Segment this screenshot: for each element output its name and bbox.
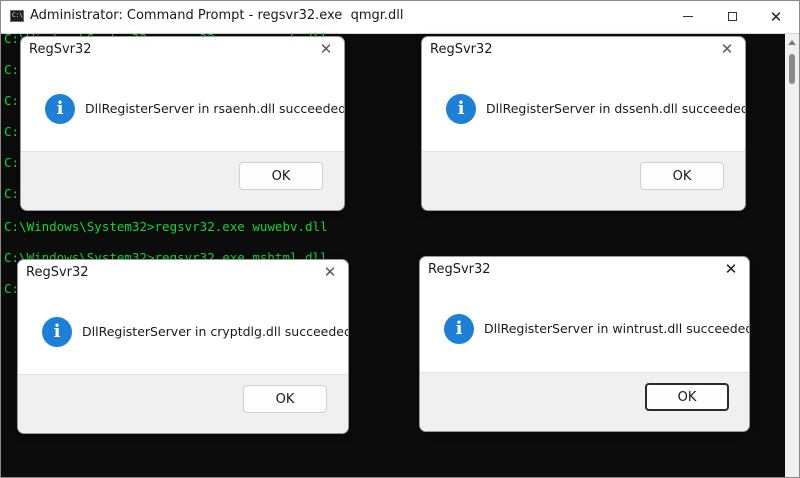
dialog-message: DllRegisterServer in cryptdlg.dll succee…	[82, 324, 349, 339]
maximize-button[interactable]	[709, 1, 755, 33]
regsvr32-dialog: RegSvr32 ✕ i DllRegisterServer in cryptd…	[17, 259, 349, 434]
ok-button[interactable]: OK	[645, 383, 729, 411]
close-icon[interactable]: ✕	[721, 260, 741, 278]
dialog-message: DllRegisterServer in rsaenh.dll succeede…	[85, 101, 345, 116]
command-prompt-icon: C:\	[10, 10, 24, 22]
close-window-button[interactable]: ✕	[753, 1, 799, 33]
dialog-footer: OK	[21, 151, 344, 210]
dialog-title-bar[interactable]: RegSvr32 ✕	[420, 257, 749, 283]
console-line: C:\Windows\System32>regsvr32.exe wuwebv.…	[4, 219, 328, 234]
dialog-footer: OK	[422, 151, 745, 210]
dialog-body: i DllRegisterServer in wintrust.dll succ…	[420, 283, 749, 374]
dialog-title: RegSvr32	[29, 42, 92, 57]
close-icon[interactable]: ✕	[316, 40, 336, 58]
regsvr32-dialog-active: RegSvr32 ✕ i DllRegisterServer in wintru…	[419, 256, 750, 432]
ok-button[interactable]: OK	[640, 162, 724, 190]
scroll-up-arrow-icon[interactable]	[788, 40, 796, 45]
close-icon[interactable]: ✕	[717, 40, 737, 58]
close-icon[interactable]: ✕	[320, 263, 340, 281]
dialog-body: i DllRegisterServer in cryptdlg.dll succ…	[18, 286, 348, 377]
dialog-title-bar[interactable]: RegSvr32 ✕	[422, 37, 745, 63]
maximize-icon	[727, 12, 737, 21]
dialog-message: DllRegisterServer in wintrust.dll succee…	[484, 321, 750, 336]
dialog-title-bar[interactable]: RegSvr32 ✕	[18, 260, 348, 286]
dialog-footer: OK	[18, 374, 348, 433]
dialog-title: RegSvr32	[26, 265, 89, 280]
dialog-message: DllRegisterServer in dssenh.dll succeede…	[486, 101, 746, 116]
close-icon: ✕	[769, 8, 783, 26]
dialog-footer: OK	[420, 372, 749, 431]
info-icon: i	[42, 317, 72, 347]
minimize-button[interactable]	[665, 1, 711, 33]
vertical-scrollbar[interactable]	[785, 34, 799, 477]
minimize-icon	[683, 16, 693, 17]
info-icon: i	[45, 94, 75, 124]
ok-button[interactable]: OK	[239, 162, 323, 190]
info-icon: i	[446, 94, 476, 124]
info-icon: i	[444, 314, 474, 344]
title-bar[interactable]: C:\ Administrator: Command Prompt - regs…	[1, 1, 799, 34]
dialog-title: RegSvr32	[430, 42, 493, 57]
dialog-body: i DllRegisterServer in rsaenh.dll succee…	[21, 63, 344, 154]
dialog-title-bar[interactable]: RegSvr32 ✕	[21, 37, 344, 63]
dialog-body: i DllRegisterServer in dssenh.dll succee…	[422, 63, 745, 154]
ok-button[interactable]: OK	[243, 385, 327, 413]
regsvr32-dialog: RegSvr32 ✕ i DllRegisterServer in rsaenh…	[20, 36, 345, 211]
window-title: Administrator: Command Prompt - regsvr32…	[30, 8, 404, 23]
dialog-title: RegSvr32	[428, 262, 491, 277]
scroll-thumb[interactable]	[789, 54, 795, 84]
regsvr32-dialog: RegSvr32 ✕ i DllRegisterServer in dssenh…	[421, 36, 746, 211]
